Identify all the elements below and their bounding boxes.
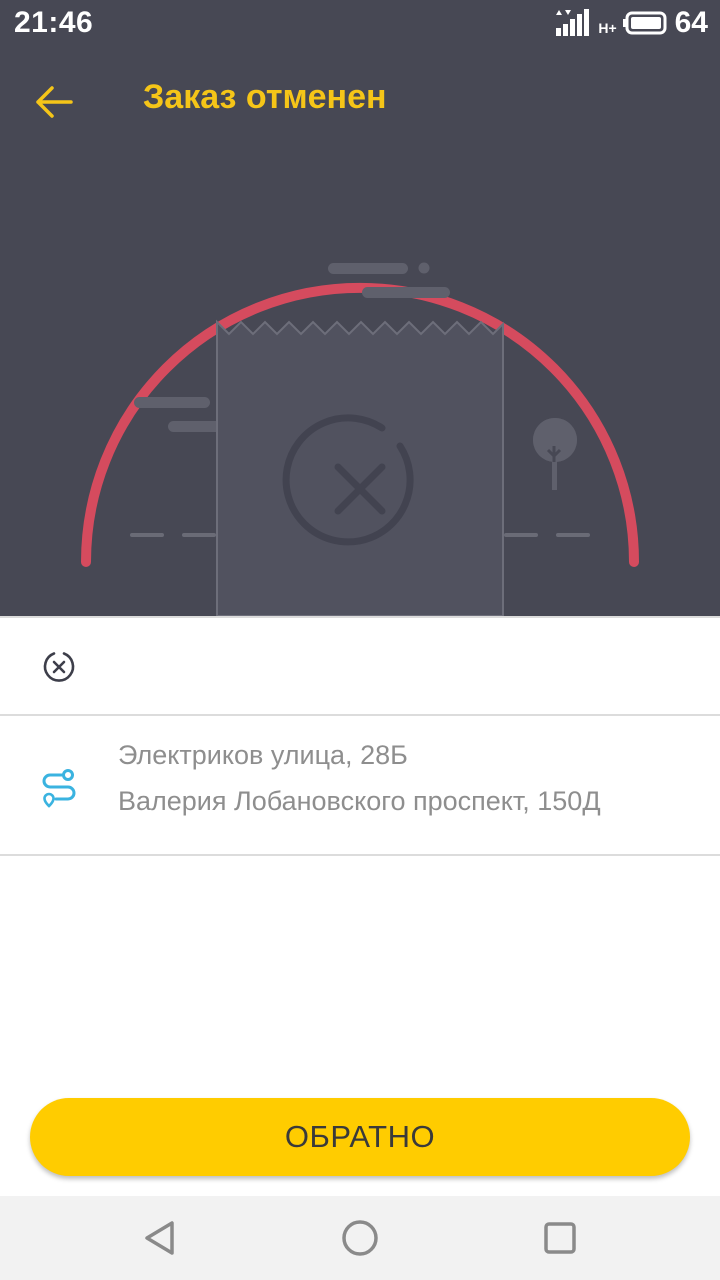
square-recent-icon xyxy=(544,1222,576,1254)
to-address: Валерия Лобановского проспект, 150Д xyxy=(118,786,601,816)
route-icon xyxy=(42,769,76,808)
nav-home-button[interactable] xyxy=(336,1214,384,1262)
signal-icon xyxy=(556,9,590,36)
triangle-back-icon xyxy=(145,1221,174,1255)
divider xyxy=(0,854,720,856)
battery-level: 64 xyxy=(674,6,708,39)
receipt-shape xyxy=(216,319,504,616)
status-indicators: H+ 64 xyxy=(552,5,708,41)
arrow-left-icon xyxy=(36,86,73,118)
hero-area: 21:46 H+ 64 Заказ отменен xyxy=(0,0,720,616)
back-arrow-button[interactable] xyxy=(22,70,86,134)
order-status-row xyxy=(0,617,720,714)
nav-recent-button[interactable] xyxy=(536,1214,584,1262)
battery-icon xyxy=(622,11,667,35)
system-navigation-bar xyxy=(0,1196,720,1280)
circle-home-icon xyxy=(342,1220,378,1256)
cancel-circle-icon xyxy=(43,652,75,682)
app-bar: Заказ отменен xyxy=(0,62,720,138)
cloud-left xyxy=(134,397,228,432)
route-row: Электриков улица, 28Б Валерия Лобановско… xyxy=(0,716,720,854)
from-address: Электриков улица, 28Б xyxy=(118,740,408,770)
network-type: H+ xyxy=(598,20,617,36)
back-button-label: ОБРАТНО xyxy=(284,1119,436,1154)
status-time: 21:46 xyxy=(14,6,94,39)
nav-back-button[interactable] xyxy=(136,1214,184,1262)
back-button[interactable]: ОБРАТНО xyxy=(30,1098,690,1176)
page-title: Заказ отменен xyxy=(143,78,387,116)
status-bar: 21:46 H+ 64 xyxy=(0,0,720,46)
